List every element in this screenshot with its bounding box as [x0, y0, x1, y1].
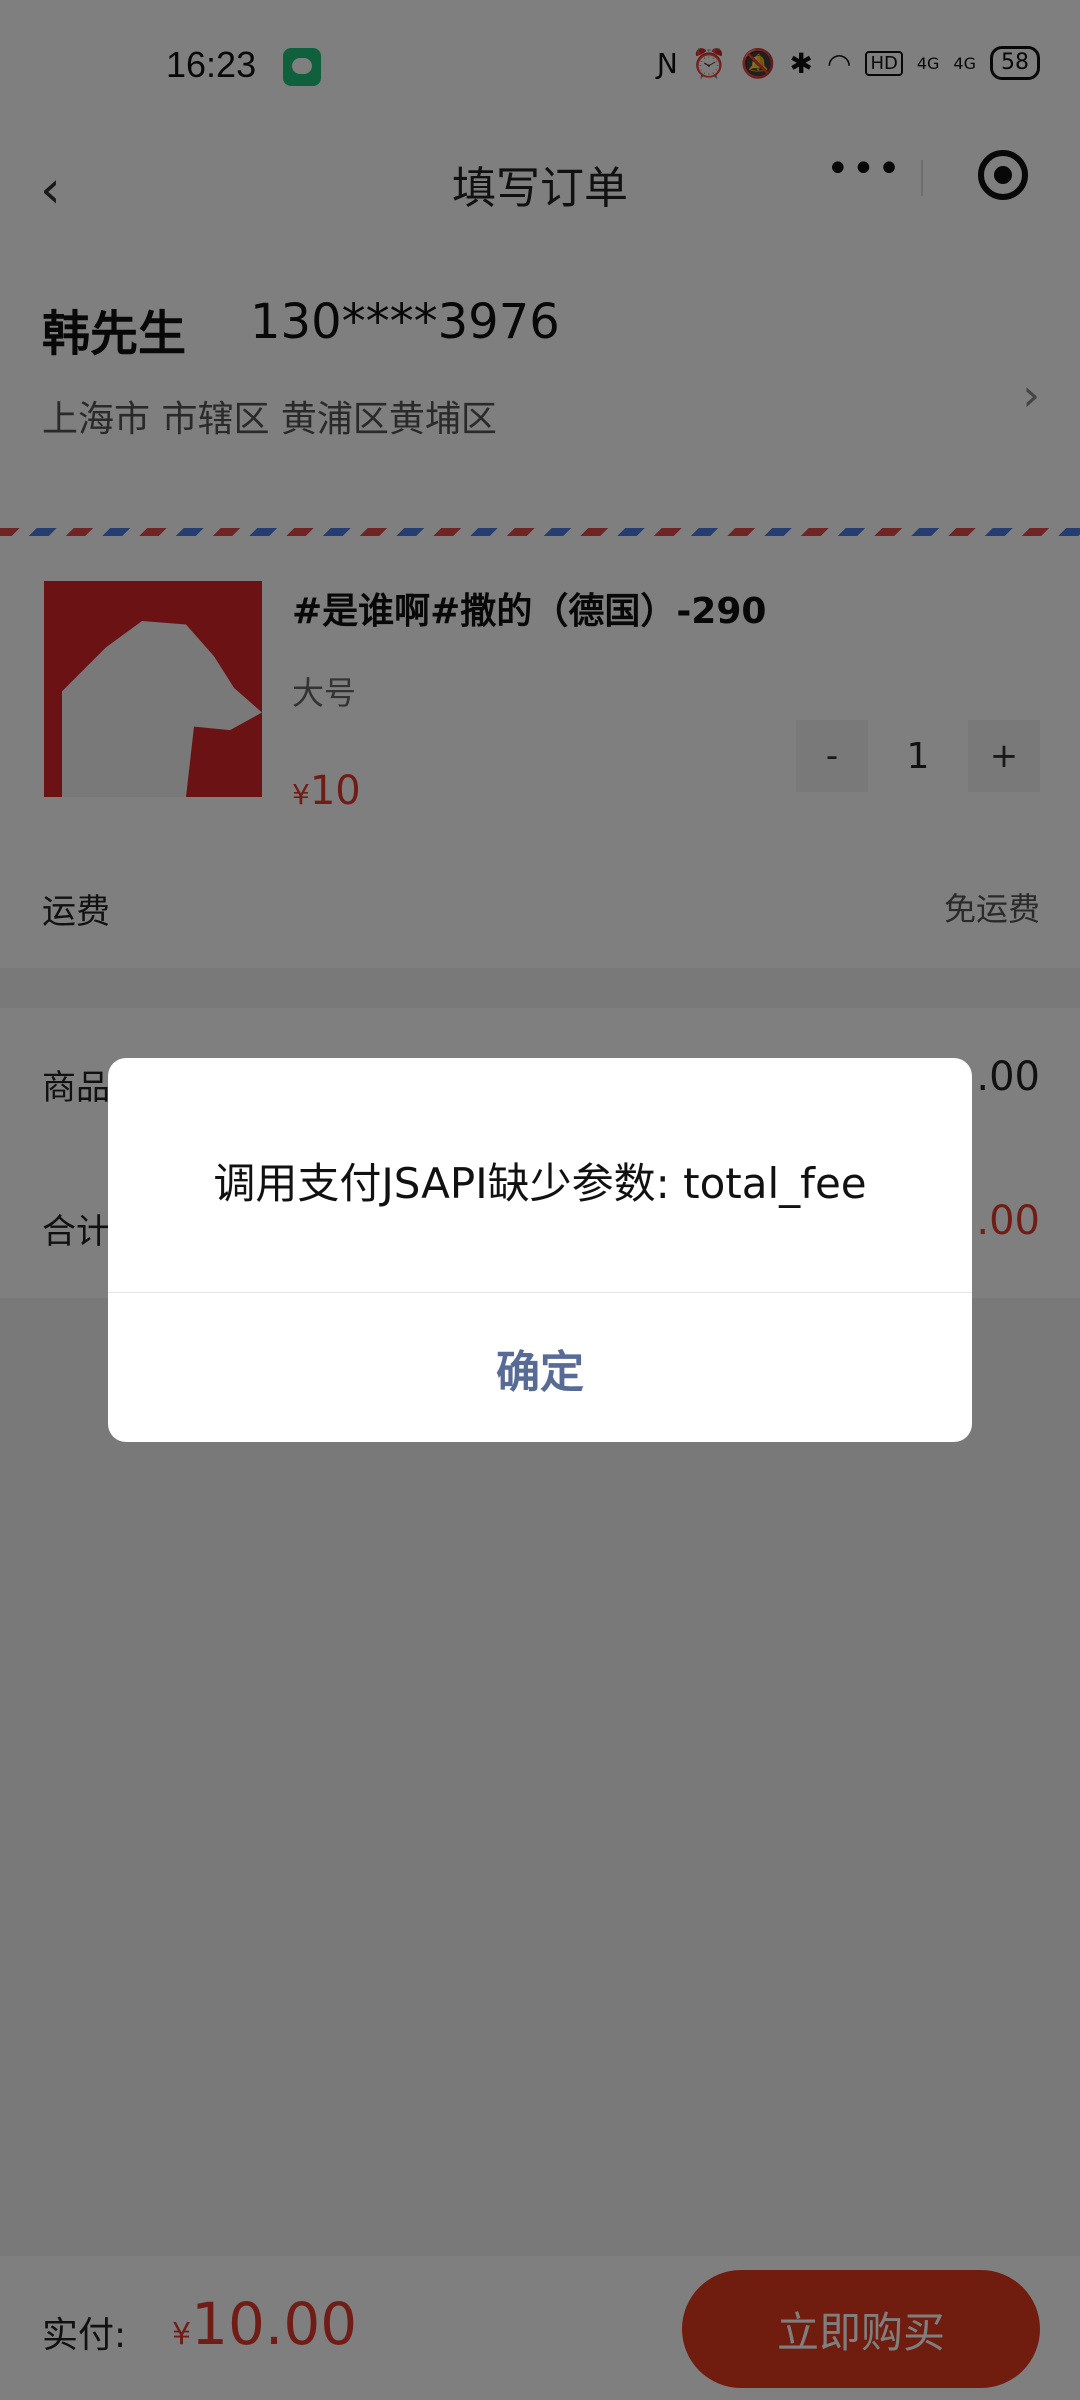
alert-dialog: 调用支付JSAPI缺少参数: total_fee 确定 — [108, 1058, 972, 1442]
dialog-message: 调用支付JSAPI缺少参数: total_fee — [213, 1159, 867, 1208]
confirm-button[interactable]: 确定 — [108, 1293, 972, 1442]
order-page: 16:23 Ɲ ⏰ 🔕 ✱ ◠ HD 4G 4G 58 ‹ 填写订单 ••• 韩… — [0, 0, 1080, 2400]
